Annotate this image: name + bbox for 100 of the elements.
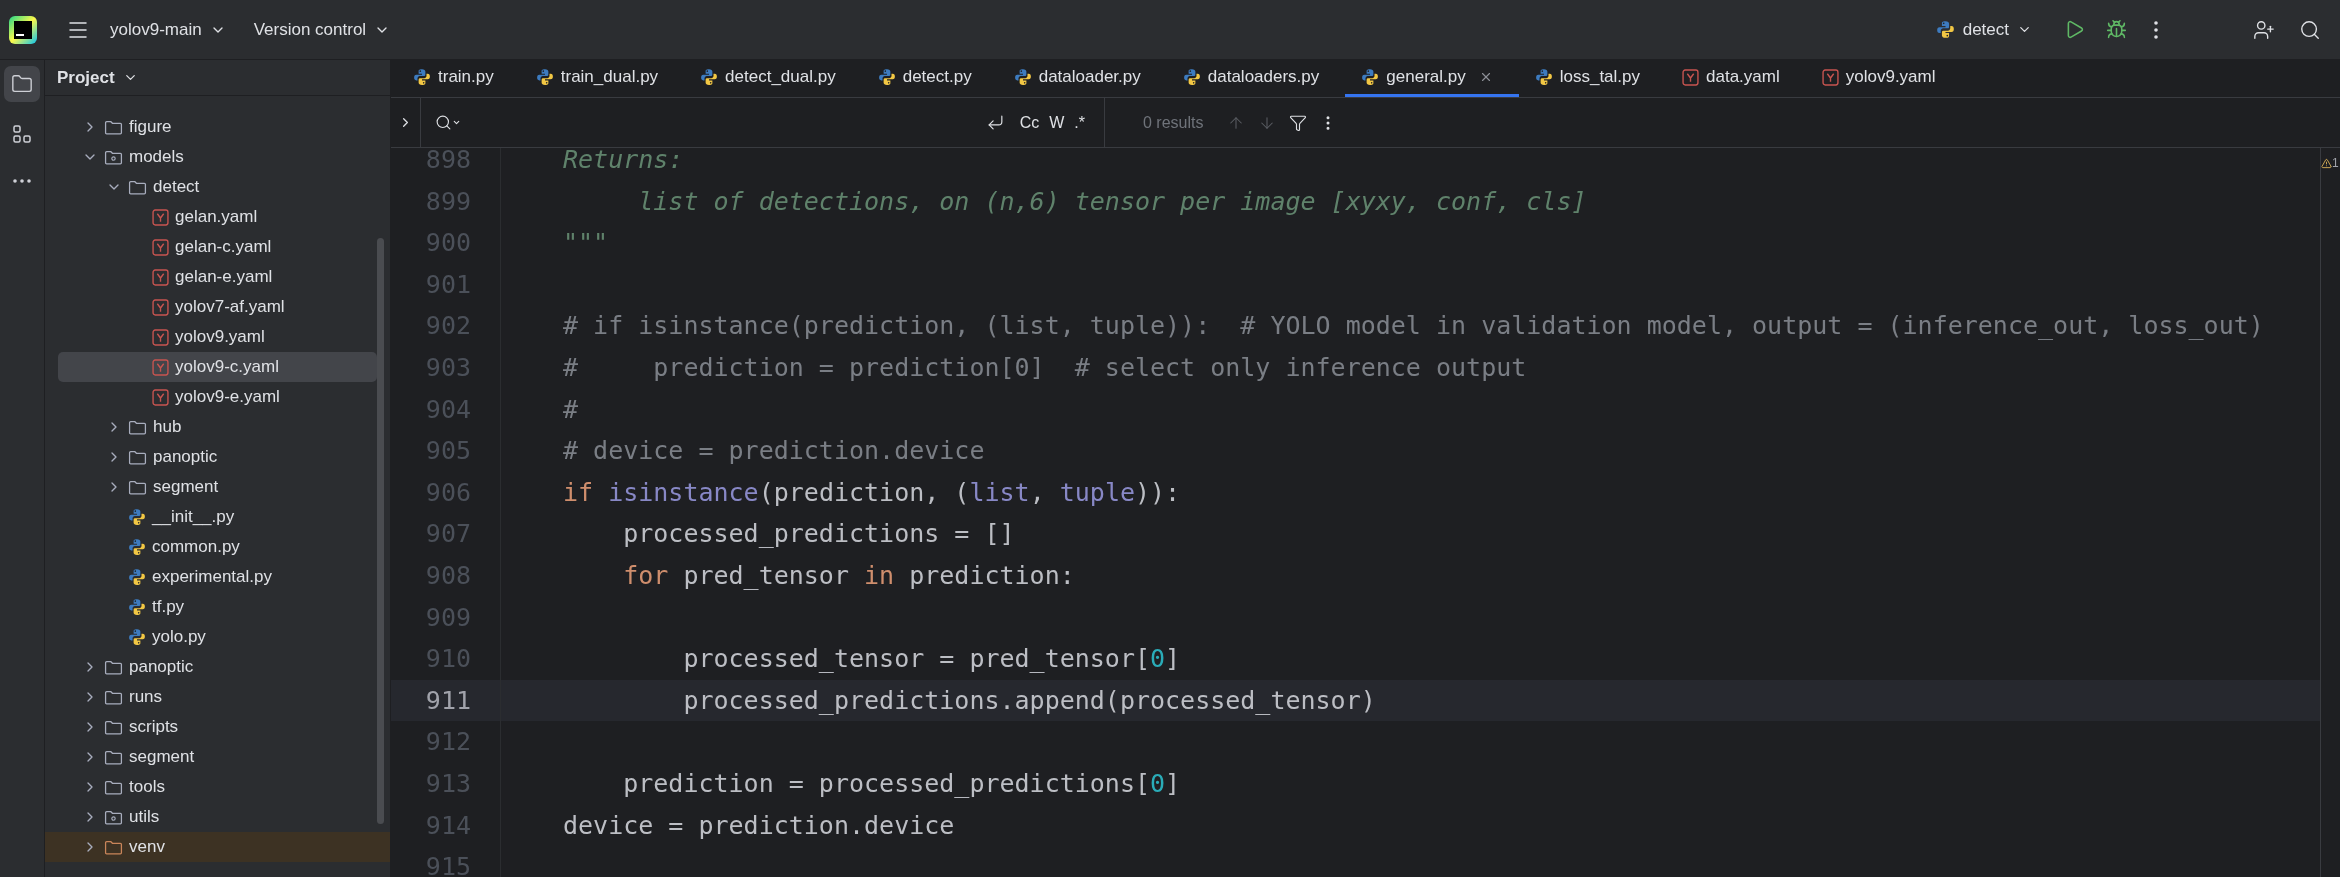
- editor-tab[interactable]: loss_tal.py: [1518, 60, 1667, 97]
- tool-window-button[interactable]: [4, 66, 40, 102]
- python-icon: [877, 68, 896, 86]
- results-count: 0 results: [1143, 112, 1204, 133]
- scrollbar-thumb[interactable]: [377, 238, 384, 824]
- yaml-file-icon: [152, 388, 169, 406]
- code-line: Returns:: [563, 148, 684, 177]
- tree-item[interactable]: yolo.py: [58, 622, 377, 652]
- tree-item[interactable]: tf.py: [58, 592, 377, 622]
- folder-icon: [128, 448, 147, 466]
- structure-icon: [12, 124, 32, 144]
- python-icon: [128, 628, 146, 646]
- code-line: # device = prediction.device: [563, 435, 985, 468]
- tree-item[interactable]: segment: [58, 742, 377, 772]
- tree-item[interactable]: panoptic: [58, 652, 377, 682]
- tree-item[interactable]: segment: [58, 472, 377, 502]
- tree-item[interactable]: __init__.py: [58, 502, 377, 532]
- tree-item[interactable]: gelan-e.yaml: [58, 262, 377, 292]
- python-icon: [128, 598, 146, 616]
- code-line: processed_predictions.append(processed_tensor): [682, 684, 1376, 717]
- editor-tab[interactable]: detect.py: [861, 60, 998, 97]
- line-number: 911: [424, 684, 471, 717]
- editor-tab[interactable]: data.yaml: [1666, 60, 1806, 97]
- package-folder-icon: [104, 808, 123, 826]
- python-icon: [700, 68, 719, 86]
- run-config-selector[interactable]: detect: [1935, 16, 2032, 43]
- python-icon: [128, 538, 146, 556]
- folder-icon: [104, 778, 123, 796]
- yaml-file-icon: [152, 208, 169, 226]
- tree-item[interactable]: panoptic: [58, 442, 377, 472]
- tree-item[interactable]: gelan-c.yaml: [58, 232, 377, 262]
- code-line: for pred_tensor in prediction:: [622, 560, 1075, 592]
- yaml-file-icon: [152, 268, 169, 286]
- code-line: processed_tensor = pred_tensor[0]: [682, 643, 1181, 676]
- tree-item[interactable]: figure: [58, 112, 377, 142]
- tree-item[interactable]: yolov9-c.yaml: [58, 352, 377, 382]
- warning-icon: [2321, 157, 2332, 169]
- app-logo-icon: [8, 14, 38, 45]
- folder-icon: [11, 73, 33, 95]
- warning-count[interactable]: 1: [2321, 154, 2339, 172]
- tree-item[interactable]: common.py: [58, 532, 377, 562]
- code-line: device = prediction.device: [563, 809, 955, 842]
- project-switcher[interactable]: yolov9-main: [110, 16, 226, 43]
- folder-icon: [104, 718, 123, 736]
- search-option-toggle[interactable]: .*: [1069, 108, 1090, 137]
- search-icon: [2299, 18, 2321, 41]
- python-icon: [1935, 20, 1955, 39]
- python-icon: [128, 568, 146, 586]
- python-icon: [413, 68, 431, 86]
- code-line: #: [563, 393, 579, 426]
- folder-icon: [104, 748, 123, 766]
- tree-item[interactable]: yolov9-e.yaml: [58, 382, 377, 412]
- editor-tab[interactable]: train.py: [397, 60, 520, 97]
- tree-item[interactable]: models: [58, 142, 377, 172]
- tree-item[interactable]: gelan.yaml: [58, 202, 377, 232]
- package-folder-icon: [104, 148, 123, 166]
- folder-icon: [128, 478, 147, 496]
- search-option-toggle[interactable]: Cc: [1014, 108, 1045, 137]
- tree-item[interactable]: yolov7-af.yaml: [58, 292, 377, 322]
- search-icon[interactable]: [435, 114, 461, 131]
- code-editor[interactable]: [391, 148, 2320, 877]
- panel-title[interactable]: Project: [57, 64, 138, 91]
- code-line: """: [563, 227, 609, 260]
- tree-item[interactable]: scripts: [58, 712, 377, 742]
- python-icon: [1013, 68, 1032, 86]
- yaml-file-icon: [152, 328, 169, 346]
- tree-item[interactable]: venv: [45, 832, 390, 862]
- code-line: # prediction = prediction[0] # select only inference output: [563, 352, 1527, 384]
- tree-item[interactable]: experimental.py: [58, 562, 377, 592]
- folder-icon: [104, 658, 123, 676]
- search-option-toggle[interactable]: W: [1044, 108, 1070, 137]
- tree-item[interactable]: utils: [58, 802, 377, 832]
- tree-item[interactable]: yolov9.yaml: [58, 322, 377, 352]
- folder-icon: [128, 418, 147, 436]
- tree-item[interactable]: tools: [58, 772, 377, 802]
- folder-icon: [104, 838, 123, 856]
- yaml-file-icon: [152, 358, 169, 376]
- code-line: if isinstance(prediction, (list, tuple)):: [563, 476, 1181, 509]
- editor-tab[interactable]: general.py: [1345, 60, 1519, 97]
- yaml-file-icon: [152, 238, 169, 256]
- editor-tab[interactable]: dataloaders.py: [1166, 60, 1346, 97]
- tree-item[interactable]: hub: [58, 412, 377, 442]
- editor-tab[interactable]: yolov9.yaml: [1805, 60, 1962, 97]
- vcs-menu[interactable]: Version control: [253, 16, 391, 43]
- code-line: prediction = processed_predictions[0]: [622, 767, 1181, 800]
- code-line: processed_predictions = []: [622, 518, 1015, 551]
- tree-item[interactable]: runs: [58, 682, 377, 712]
- editor-tab[interactable]: train_dual.py: [519, 60, 685, 97]
- more-icon: [2154, 20, 2158, 39]
- python-icon: [1534, 68, 1553, 86]
- bug-icon: [2105, 19, 2127, 40]
- python-icon: [1182, 68, 1201, 86]
- editor-tab[interactable]: detect_dual.py: [684, 60, 862, 97]
- folder-icon: [104, 688, 123, 706]
- yaml-file-icon: [1821, 68, 1839, 86]
- search-field[interactable]: Cc W .*: [421, 98, 1105, 147]
- editor-tab[interactable]: dataloader.py: [997, 60, 1167, 97]
- tree-item[interactable]: detect: [58, 172, 377, 202]
- filter-icon[interactable]: [1289, 113, 1308, 132]
- code-line: list of detections, on (n,6) tensor per image [xyxy, conf, cls]: [637, 185, 1587, 218]
